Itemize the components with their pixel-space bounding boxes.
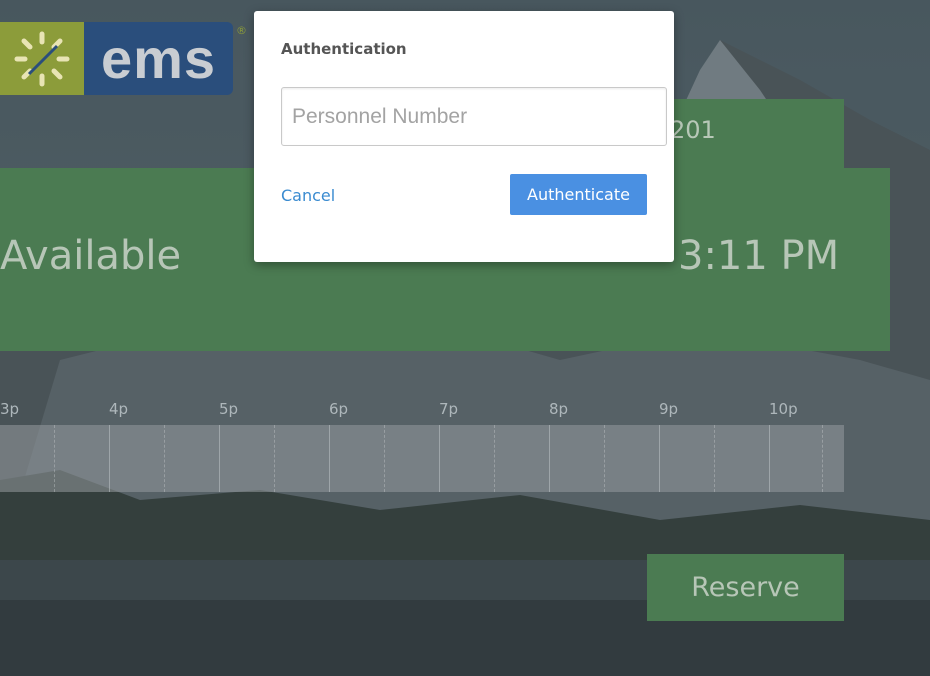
ems-logo-text: ems — [84, 22, 233, 95]
dialog-title: Authentication — [281, 40, 407, 58]
timeline-hour-label: 7p — [439, 400, 459, 418]
ems-sun-icon — [0, 22, 84, 95]
timeline-half-tick — [714, 425, 715, 492]
personnel-number-input[interactable] — [281, 87, 667, 146]
timeline-hour-tick — [769, 425, 770, 492]
timeline-hour-label: 10p — [769, 400, 798, 418]
timeline-half-tick — [164, 425, 165, 492]
timeline-hour-label: 3p — [0, 400, 20, 418]
authenticate-button[interactable]: Authenticate — [510, 174, 647, 215]
timeline-hour-tick — [439, 425, 440, 492]
room-name: 201 — [670, 116, 716, 144]
timeline-hour-label: 9p — [659, 400, 679, 418]
authentication-dialog: Authentication Cancel Authenticate — [254, 11, 674, 262]
timeline-half-tick — [494, 425, 495, 492]
timeline-half-tick — [822, 425, 823, 492]
timeline-hour-label: 6p — [329, 400, 349, 418]
timeline-hour-label: 8p — [549, 400, 569, 418]
timeline-hour-tick — [329, 425, 330, 492]
timeline-hour-tick — [219, 425, 220, 492]
schedule-timeline[interactable] — [0, 425, 844, 492]
current-time: 3:11 PM — [678, 233, 840, 279]
availability-status: Available — [0, 233, 182, 279]
timeline-half-tick — [384, 425, 385, 492]
timeline-hour-label: 5p — [219, 400, 239, 418]
timeline-half-tick — [54, 425, 55, 492]
timeline-hour-label: 4p — [109, 400, 129, 418]
timeline-half-tick — [274, 425, 275, 492]
timeline-hour-tick — [549, 425, 550, 492]
ems-logo: ems ® — [0, 22, 247, 95]
timeline-half-tick — [604, 425, 605, 492]
reserve-button[interactable]: Reserve — [647, 554, 844, 621]
timeline-hour-tick — [659, 425, 660, 492]
registered-mark: ® — [236, 24, 247, 37]
cancel-link[interactable]: Cancel — [281, 186, 335, 205]
timeline-hour-tick — [109, 425, 110, 492]
